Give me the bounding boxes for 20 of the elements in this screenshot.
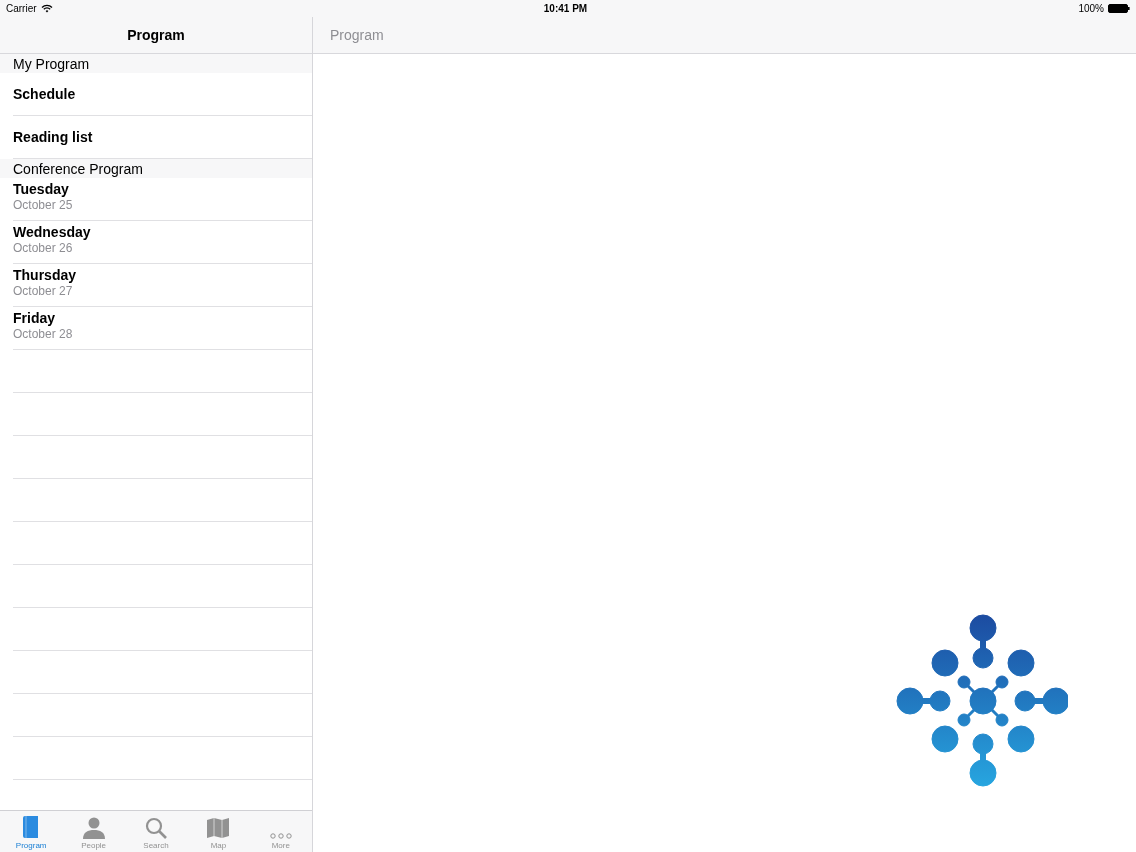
nav-title: Program: [127, 27, 185, 43]
tab-item[interactable]: Program: [0, 811, 63, 852]
person-icon: [81, 817, 106, 839]
more-icon: [269, 833, 292, 839]
section-header: Conference Program: [0, 159, 312, 178]
wifi-icon: [40, 4, 53, 13]
section-header: My Program: [0, 54, 312, 73]
map-icon: [206, 817, 231, 839]
list-row[interactable]: Thursday October 27: [13, 264, 312, 307]
list-row[interactable]: Schedule: [13, 73, 312, 116]
carrier-label: Carrier: [6, 3, 37, 14]
battery-icon: [1108, 4, 1130, 13]
nav-title: Program: [330, 27, 384, 43]
time-label: 10:41 PM: [543, 3, 588, 14]
battery-label: 100%: [1078, 3, 1104, 14]
list-row[interactable]: Tuesday October 25: [13, 178, 312, 221]
list-row[interactable]: Friday October 28: [13, 307, 312, 350]
search-icon: [145, 817, 167, 839]
list-row[interactable]: Wednesday October 26: [13, 221, 312, 264]
book-icon: [22, 815, 41, 839]
